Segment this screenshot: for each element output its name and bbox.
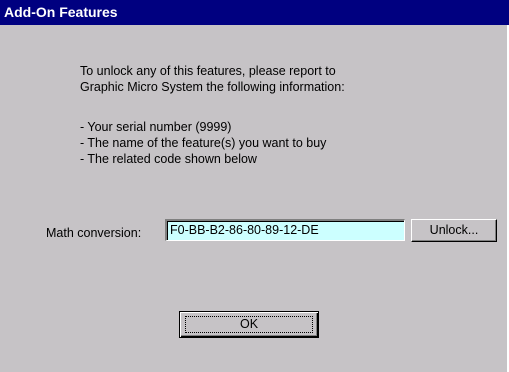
info-item-related-code: - The related code shown below bbox=[80, 152, 257, 166]
instruction-line-2: Graphic Micro System the following infor… bbox=[80, 80, 345, 94]
ok-button[interactable]: OK bbox=[179, 311, 319, 338]
info-item-feature-name: - The name of the feature(s) you want to… bbox=[80, 136, 327, 150]
instruction-line-1: To unlock any of this features, please r… bbox=[80, 64, 336, 78]
dialog-title[interactable]: Add-On Features bbox=[0, 0, 509, 25]
math-conversion-label: Math conversion: bbox=[46, 226, 142, 240]
unlock-button[interactable]: Unlock... bbox=[411, 219, 497, 242]
info-item-serial-number: - Your serial number (9999) bbox=[80, 120, 232, 134]
add-on-features-dialog: Add-On Features To unlock any of this fe… bbox=[0, 0, 509, 372]
ok-button-label: OK bbox=[239, 317, 259, 331]
dialog-client-area: To unlock any of this features, please r… bbox=[0, 25, 509, 372]
math-conversion-code-field[interactable]: F0-BB-B2-86-80-89-12-DE bbox=[165, 219, 405, 241]
